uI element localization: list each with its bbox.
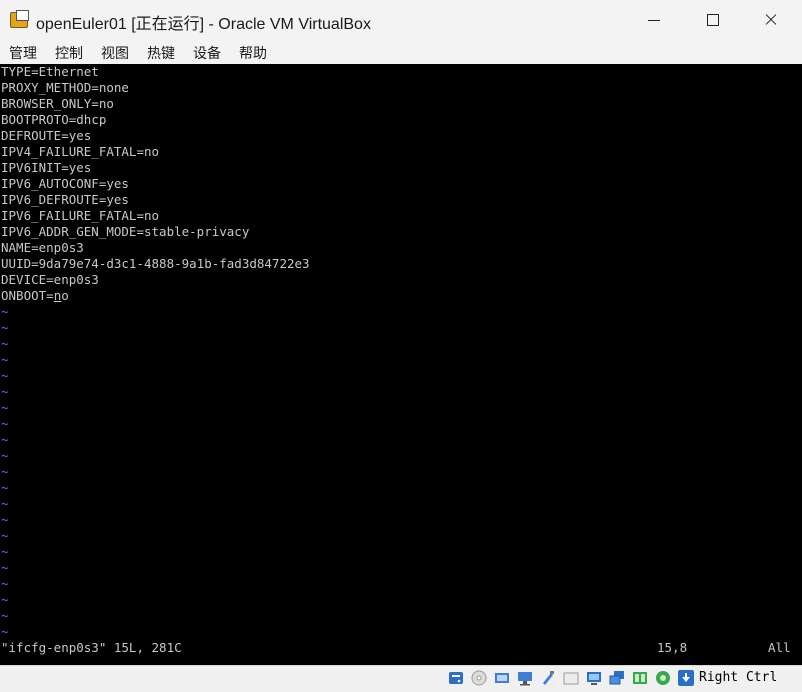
recording-icon[interactable] [631,669,649,687]
config-line: IPV4_FAILURE_FATAL=no [1,144,160,159]
config-line: IPV6_DEFROUTE=yes [1,192,129,207]
video-capture-icon[interactable] [608,669,626,687]
empty-line-marker: ~ [1,480,9,495]
mouse-integration-icon[interactable] [654,669,672,687]
network-icon[interactable] [516,669,534,687]
empty-line-marker: ~ [1,432,9,447]
shared-folders-icon[interactable] [562,669,580,687]
config-line: IPV6INIT=yes [1,160,92,175]
config-line: IPV6_AUTOCONF=yes [1,176,129,191]
config-line: BROWSER_ONLY=no [1,96,114,111]
vm-screen[interactable]: TYPE=Ethernet PROXY_METHOD=none BROWSER_… [0,64,802,665]
onboot-key: ONBOOT= [1,288,54,303]
empty-line-marker: ~ [1,336,9,351]
empty-line-marker: ~ [1,416,9,431]
virtualbox-window: openEuler01 [正在运行] - Oracle VM VirtualBo… [0,0,802,691]
config-line-cursor: ONBOOT=no [1,288,69,304]
minimize-button[interactable] [626,0,684,40]
menu-help[interactable]: 帮助 [239,43,267,63]
config-line: DEVICE=enp0s3 [1,272,99,287]
empty-line-marker: ~ [1,592,9,607]
maximize-button[interactable] [684,0,742,40]
empty-line-marker: ~ [1,384,9,399]
usb-icon[interactable] [539,669,557,687]
config-line: BOOTPROTO=dhcp [1,112,107,127]
empty-line-marker: ~ [1,560,9,575]
audio-icon[interactable] [493,669,511,687]
empty-line-marker: ~ [1,400,9,415]
menu-control[interactable]: 控制 [55,43,83,63]
vim-scroll-indicator: All [768,640,791,655]
vim-cursor-position: 15,8 [657,640,688,655]
empty-line-marker: ~ [1,448,9,463]
host-key-label[interactable]: Right Ctrl [699,670,777,685]
empty-line-marker: ~ [1,528,9,543]
window-title: openEuler01 [正在运行] - Oracle VM VirtualBo… [36,16,371,33]
config-line: TYPE=Ethernet [1,64,99,79]
empty-line-marker: ~ [1,352,9,367]
config-line: IPV6_ADDR_GEN_MODE=stable-privacy [1,224,250,239]
hard-disk-icon[interactable] [447,669,465,687]
config-line: IPV6_FAILURE_FATAL=no [1,208,160,223]
empty-line-marker: ~ [1,368,9,383]
empty-line-marker: ~ [1,544,9,559]
empty-line-marker: ~ [1,512,9,527]
empty-line-marker: ~ [1,464,9,479]
empty-line-marker: ~ [1,496,9,511]
keyboard-capture-icon[interactable] [677,669,695,687]
empty-line-marker: ~ [1,576,9,591]
minimize-icon [648,20,660,21]
menu-view[interactable]: 视图 [101,43,129,63]
vim-file-info: "ifcfg-enp0s3" 15L, 281C [1,640,182,655]
config-line: PROXY_METHOD=none [1,80,129,95]
display-icon[interactable] [585,669,603,687]
empty-line-marker: ~ [1,624,9,639]
menu-devices[interactable]: 设备 [193,43,221,63]
close-button[interactable] [742,0,800,40]
onboot-value-rest: o [61,288,69,303]
optical-drive-icon[interactable] [470,669,488,687]
config-line: UUID=9da79e74-d3c1-4888-9a1b-fad3d84722e… [1,256,310,271]
virtualbox-app-icon[interactable] [10,10,30,28]
empty-line-marker: ~ [1,608,9,623]
config-line: DEFROUTE=yes [1,128,92,143]
config-line: NAME=enp0s3 [1,240,84,255]
maximize-icon [707,14,719,26]
title-bar[interactable]: openEuler01 [正在运行] - Oracle VM VirtualBo… [0,0,802,40]
menu-manage[interactable]: 管理 [9,43,37,63]
empty-line-marker: ~ [1,320,9,335]
menu-hotkeys[interactable]: 热键 [147,43,175,63]
empty-line-marker: ~ [1,304,9,319]
menu-bar: 管理 控制 视图 热键 设备 帮助 [0,40,802,64]
vm-status-bar: Right Ctrl [0,665,802,691]
